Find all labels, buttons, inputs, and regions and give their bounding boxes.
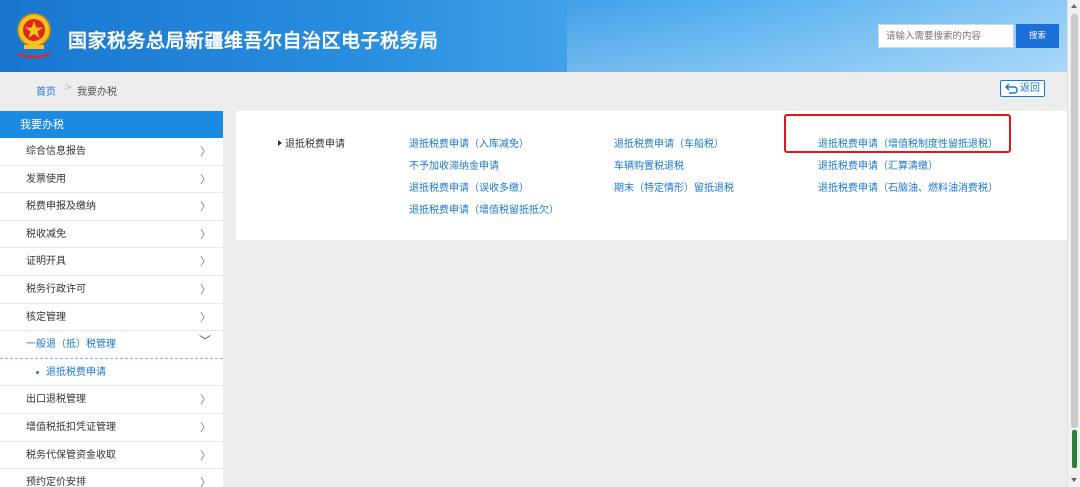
scroll-down-arrow-icon[interactable] xyxy=(1071,478,1077,482)
sidebar-item-invoice[interactable]: 发票使用 〉 xyxy=(0,166,223,194)
back-button[interactable]: 返回 xyxy=(1000,80,1045,97)
search-button[interactable]: 搜索 xyxy=(1016,24,1059,48)
scroll-marker xyxy=(1072,430,1077,468)
chevron-right-icon: 〉 xyxy=(200,476,211,487)
sidebar-item-label: 税费申报及缴纳 xyxy=(26,201,96,213)
return-arrow-icon xyxy=(1005,83,1018,94)
highlight-annotation-box xyxy=(784,114,1011,153)
search-input[interactable] xyxy=(878,24,1014,48)
chevron-down-icon: ﹀ xyxy=(198,334,211,349)
link-late-fee-waiver[interactable]: 不予加收滞纳金申请 xyxy=(409,157,499,172)
back-button-label: 返回 xyxy=(1020,83,1040,94)
sidebar-item-admin-permit[interactable]: 税务行政许可 〉 xyxy=(0,276,223,304)
sidebar-item-assessment[interactable]: 核定管理 〉 xyxy=(0,304,223,332)
chevron-right-icon: 〉 xyxy=(200,200,211,214)
sidebar-item-label: 综合信息报告 xyxy=(26,146,86,157)
scroll-up-arrow-icon[interactable] xyxy=(1071,4,1077,8)
sidebar-item-label: 税务行政许可 xyxy=(26,283,86,295)
chevron-right-icon: 〉 xyxy=(200,227,211,241)
breadcrumb: 首页 > 我要办税 xyxy=(0,72,1067,106)
sidebar-item-vat-deduction[interactable]: 增值税抵扣凭证管理 〉 xyxy=(0,414,223,442)
sidebar-item-label: 预约定价安排 xyxy=(26,477,86,487)
triangle-right-icon xyxy=(278,140,282,146)
sidebar-subitem-label: 退抵税费申请 xyxy=(46,366,106,378)
sidebar-item-label: 税收减免 xyxy=(26,228,66,240)
page-scrollbar[interactable] xyxy=(1067,0,1080,487)
sidebar-item-declaration[interactable]: 税费申报及缴纳 〉 xyxy=(0,193,223,221)
sidebar-item-label: 税务代保管资金收取 xyxy=(26,449,116,461)
sidebar-item-label: 核定管理 xyxy=(26,311,66,323)
link-refund-annual-settlement[interactable]: 退抵税费申请（汇算清缴） xyxy=(818,157,938,172)
chevron-right-icon: 〉 xyxy=(200,420,211,434)
chevron-right-icon: 〉 xyxy=(200,145,211,158)
link-refund-vat-credit-offset[interactable]: 退抵税费申请（增值税留抵抵欠） xyxy=(409,201,559,216)
sidebar-item-label: 出口退税管理 xyxy=(26,394,86,406)
category-label-text: 退抵税费申请 xyxy=(285,139,345,150)
sidebar: 我要办税 综合信息报告 〉 发票使用 〉 税费申报及缴纳 〉 税收减免 〉 证明… xyxy=(0,111,223,487)
sidebar-item-tax-relief[interactable]: 税收减免 〉 xyxy=(0,221,223,249)
sidebar-item-label: 一般退（抵）税管理 xyxy=(26,339,116,351)
chevron-right-icon: 〉 xyxy=(200,282,211,296)
scrollbar-thumb[interactable] xyxy=(1071,14,1078,428)
chevron-right-icon: 〉 xyxy=(200,310,211,324)
sidebar-item-info-report[interactable]: 综合信息报告 〉 xyxy=(0,138,223,166)
link-vehicle-purchase-tax-refund[interactable]: 车辆购置税退税 xyxy=(614,157,684,172)
service-panel: 退抵税费申请 退抵税费申请（入库减免） 退抵税费申请（车船税） 退抵税费申请（增… xyxy=(236,111,1067,240)
tax-emblem-logo[interactable] xyxy=(12,10,56,62)
sidebar-item-refund-management[interactable]: 一般退（抵）税管理 ﹀ xyxy=(0,331,223,359)
sidebar-item-custody-funds[interactable]: 税务代保管资金收取 〉 xyxy=(0,442,223,470)
category-label: 退抵税费申请 xyxy=(278,135,345,150)
chevron-right-icon: 〉 xyxy=(200,172,211,186)
site-title: 国家税务总局新疆维吾尔自治区电子税务局 xyxy=(68,30,439,52)
chevron-right-icon: 〉 xyxy=(200,448,211,462)
link-refund-vehicle-vessel-tax[interactable]: 退抵税费申请（车船税） xyxy=(614,135,724,150)
breadcrumb-home-link[interactable]: 首页 xyxy=(36,83,56,98)
link-refund-naphtha-fuel-oil[interactable]: 退抵税费申请（石脑油、燃料油消费税） xyxy=(818,179,998,194)
chevron-right-icon: 〉 xyxy=(200,393,211,407)
sidebar-item-label: 发票使用 xyxy=(26,173,66,185)
sidebar-item-label: 证明开具 xyxy=(26,256,66,268)
breadcrumb-separator: > xyxy=(64,82,73,93)
sidebar-subitem-refund-application[interactable]: 退抵税费申请 xyxy=(0,359,223,387)
link-period-end-credit-refund[interactable]: 期末（特定情形）留抵退税 xyxy=(614,179,734,194)
sidebar-heading: 我要办税 xyxy=(0,111,223,138)
link-refund-warehouse-relief[interactable]: 退抵税费申请（入库减免） xyxy=(409,135,529,150)
breadcrumb-current: 我要办税 xyxy=(77,87,117,98)
sidebar-item-export-refund[interactable]: 出口退税管理 〉 xyxy=(0,386,223,414)
sidebar-item-pricing-arrangement[interactable]: 预约定价安排 〉 xyxy=(0,469,223,487)
link-refund-overpayment[interactable]: 退抵税费申请（误收多缴） xyxy=(409,179,529,194)
sidebar-item-label: 增值税抵扣凭证管理 xyxy=(26,421,116,433)
sidebar-item-certificate[interactable]: 证明开具 〉 xyxy=(0,248,223,276)
site-header: 国家税务总局新疆维吾尔自治区电子税务局 搜索 xyxy=(0,0,1067,72)
chevron-right-icon: 〉 xyxy=(200,255,211,269)
bullet-dot-icon xyxy=(36,370,39,374)
